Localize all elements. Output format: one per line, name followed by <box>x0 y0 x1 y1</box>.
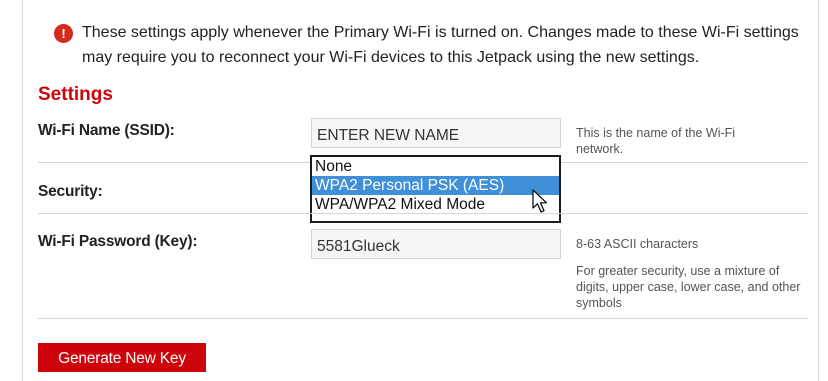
password-input[interactable] <box>311 229 561 259</box>
password-help-security: For greater security, use a mixture of d… <box>576 264 801 310</box>
password-help-length: 8-63 ASCII characters <box>576 237 699 251</box>
mouse-cursor-icon <box>532 189 548 213</box>
section-title: Settings <box>38 84 113 105</box>
ssid-label: Wi-Fi Name (SSID): <box>38 122 175 139</box>
security-option-none[interactable]: None <box>312 157 559 176</box>
ssid-input[interactable] <box>311 118 561 148</box>
generate-new-key-button[interactable]: Generate New Key <box>38 343 206 372</box>
security-option-wpa2-personal[interactable]: WPA2 Personal PSK (AES) <box>312 176 559 195</box>
divider <box>38 213 808 214</box>
password-label: Wi-Fi Password (Key): <box>38 233 198 250</box>
ssid-help: This is the name of the Wi-Fi network. <box>576 126 736 156</box>
security-label: Security: <box>38 183 103 200</box>
info-icon: ! <box>54 24 73 43</box>
divider <box>38 318 808 319</box>
security-option-wpa-wpa2-mixed[interactable]: WPA/WPA2 Mixed Mode <box>312 195 559 214</box>
notice-text: These settings apply whenever the Primar… <box>82 24 799 66</box>
